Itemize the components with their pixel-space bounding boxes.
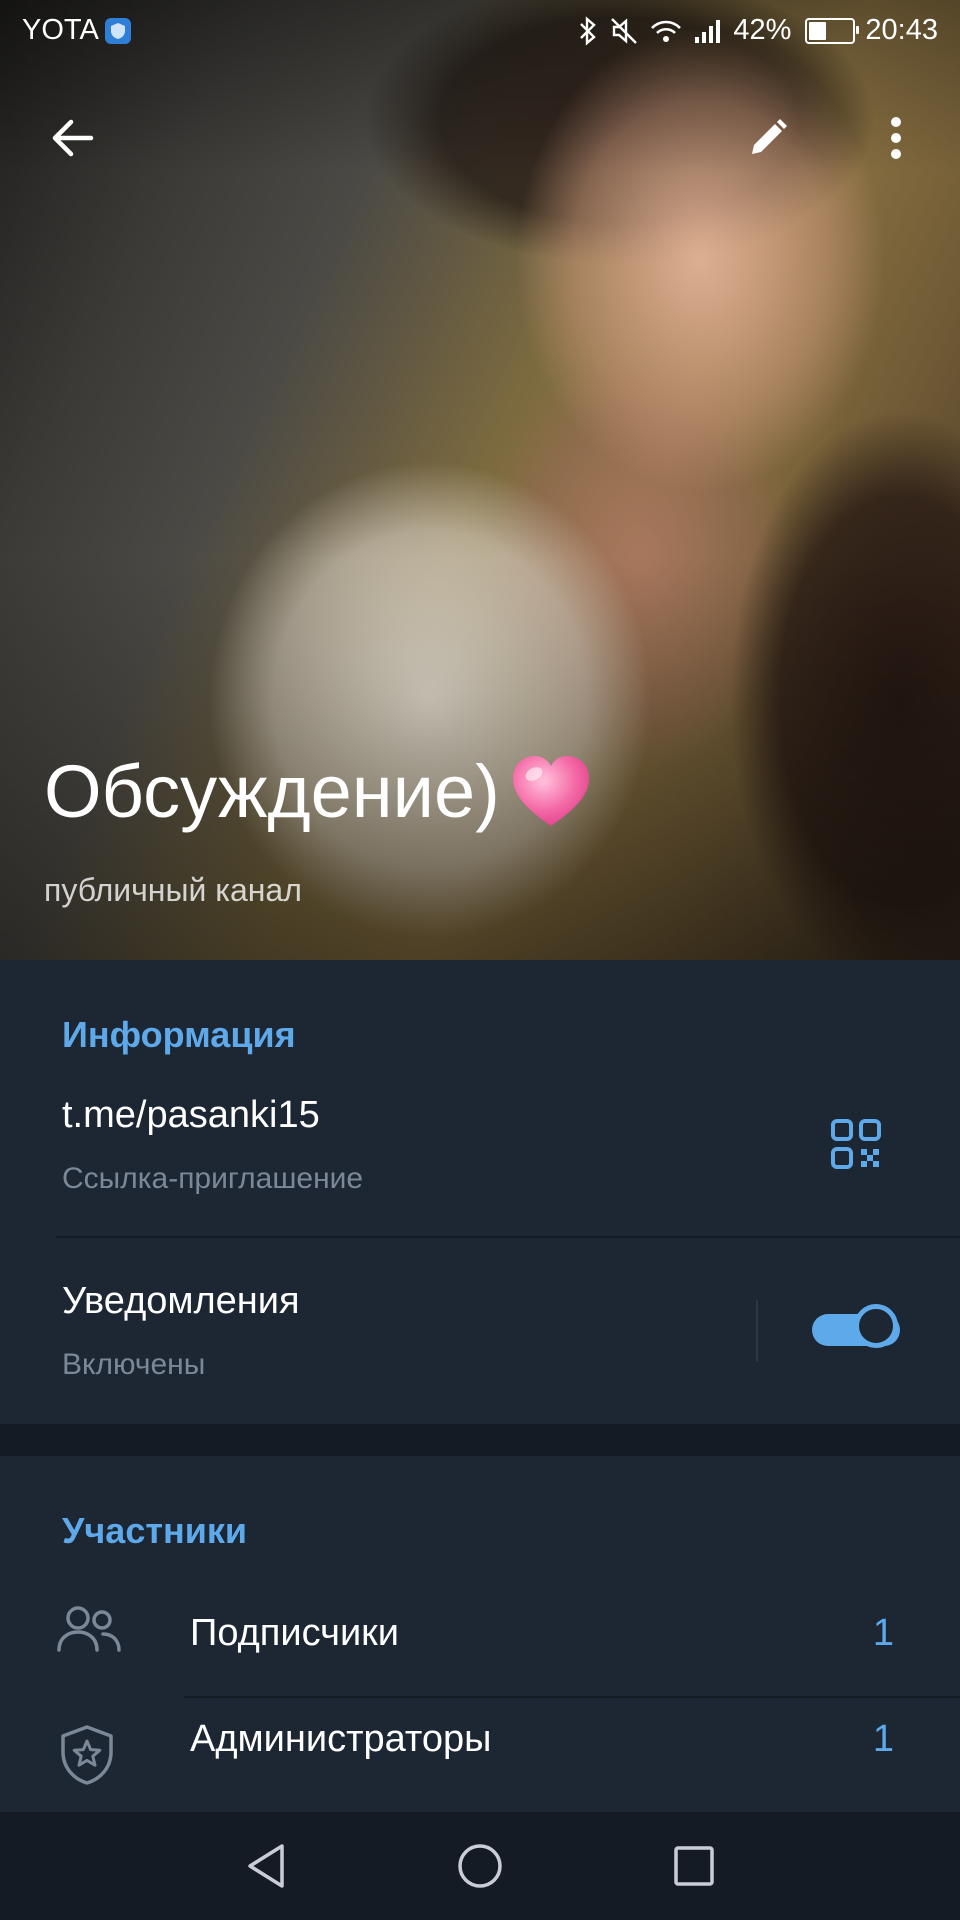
signal-icon bbox=[695, 19, 721, 43]
notifications-row[interactable]: Уведомления Включены bbox=[0, 1240, 740, 1420]
administrators-count: 1 bbox=[872, 1718, 894, 1760]
more-button[interactable] bbox=[866, 108, 926, 168]
channel-name: Обсуждение) bbox=[44, 749, 500, 833]
notifications-toggle[interactable] bbox=[812, 1302, 904, 1354]
navigation-bar bbox=[0, 1812, 960, 1920]
clock: 20:43 bbox=[865, 14, 938, 46]
battery-icon bbox=[805, 17, 860, 44]
section-gap bbox=[0, 1424, 960, 1456]
status-bar: YOTA 42% 20:43 bbox=[0, 0, 960, 66]
notifications-state: Включены bbox=[62, 1348, 206, 1381]
nav-home-icon bbox=[458, 1844, 502, 1888]
invite-link: t.me/pasanki15 bbox=[62, 1094, 320, 1136]
status-left: YOTA bbox=[22, 14, 131, 47]
divider bbox=[56, 1236, 960, 1238]
edit-button[interactable] bbox=[738, 108, 798, 168]
more-vert-icon bbox=[891, 117, 901, 159]
pencil-icon bbox=[752, 119, 787, 154]
nav-back-button[interactable] bbox=[236, 1836, 296, 1896]
administrators-row[interactable]: Администраторы 1 bbox=[0, 1700, 960, 1812]
carrier-shield-icon bbox=[104, 17, 131, 44]
carrier-name: YOTA bbox=[22, 14, 99, 46]
nav-recents-button[interactable] bbox=[664, 1836, 724, 1896]
subscribers-count: 1 bbox=[872, 1612, 894, 1654]
nav-home-button[interactable] bbox=[450, 1836, 510, 1896]
channel-title: Обсуждение) bbox=[44, 748, 594, 834]
status-right: 42% 20:43 bbox=[577, 14, 938, 47]
vertical-separator bbox=[756, 1300, 758, 1362]
subscribers-row[interactable]: Подписчики 1 bbox=[0, 1582, 960, 1694]
bluetooth-icon bbox=[580, 15, 597, 46]
administrators-label: Администраторы bbox=[190, 1718, 492, 1760]
mute-icon bbox=[611, 17, 638, 44]
battery-fill bbox=[809, 21, 827, 40]
nav-recents-icon bbox=[674, 1846, 714, 1886]
invite-link-caption: Ссылка-приглашение bbox=[62, 1162, 364, 1195]
shield-star-icon bbox=[61, 1725, 113, 1785]
back-arrow-icon bbox=[52, 119, 94, 157]
invite-link-row[interactable]: t.me/pasanki15 Ссылка-приглашение bbox=[0, 1080, 960, 1236]
nav-back-icon bbox=[248, 1844, 284, 1888]
qr-code-icon bbox=[831, 1119, 881, 1169]
channel-type: публичный канал bbox=[44, 872, 302, 908]
divider bbox=[184, 1696, 960, 1698]
info-section-title: Информация bbox=[62, 1014, 296, 1055]
wifi-icon bbox=[651, 20, 682, 42]
back-button[interactable] bbox=[42, 108, 102, 168]
notifications-label: Уведомления bbox=[62, 1280, 300, 1322]
qr-code-button[interactable] bbox=[826, 1114, 886, 1174]
members-section-title: Участники bbox=[62, 1510, 247, 1551]
battery-percent: 42% bbox=[733, 14, 792, 46]
heart-emoji bbox=[512, 756, 589, 826]
people-icon bbox=[57, 1606, 121, 1652]
subscribers-label: Подписчики bbox=[190, 1612, 400, 1654]
toggle-knob bbox=[854, 1304, 898, 1348]
